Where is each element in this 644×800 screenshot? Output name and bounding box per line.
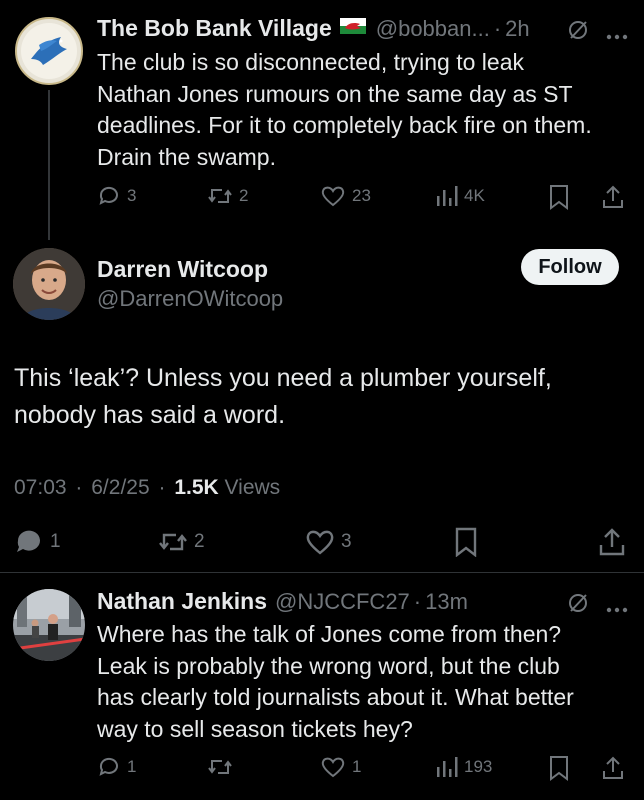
- like-count: 23: [352, 186, 371, 205]
- avatar[interactable]: [13, 248, 85, 320]
- repost-button[interactable]: 2: [207, 184, 248, 208]
- like-button[interactable]: 1: [320, 755, 361, 779]
- bluebird-logo-icon: [21, 23, 77, 79]
- tweet-text-line: nobody has said a word.: [14, 401, 286, 429]
- grok-icon[interactable]: [567, 592, 589, 619]
- avatar[interactable]: [15, 17, 83, 85]
- views-chart-icon: [437, 757, 458, 777]
- more-icon[interactable]: [606, 600, 628, 618]
- profile-photo-icon: [13, 589, 85, 661]
- views-chart-icon: [437, 186, 458, 206]
- views-count[interactable]: 1.5K: [174, 476, 218, 499]
- tweet-text-line: This ‘leak’? Unless you need a plumber y…: [14, 364, 552, 392]
- share-icon[interactable]: [601, 184, 625, 215]
- views-button[interactable]: 193: [436, 755, 492, 779]
- separator: ·: [493, 15, 502, 41]
- tweet-parent[interactable]: The Bob Bank Village @bobban... · 2h The…: [0, 0, 644, 240]
- grok-icon[interactable]: [567, 19, 589, 46]
- bookmark-icon[interactable]: [454, 527, 478, 562]
- reply-button[interactable]: 1: [14, 528, 61, 556]
- post-time[interactable]: 07:03: [14, 476, 67, 499]
- repost-count: 2: [194, 531, 205, 552]
- follow-button[interactable]: Follow: [521, 249, 619, 285]
- handle[interactable]: @bobban...: [376, 16, 490, 42]
- tweet-text-line: The club is so disconnected, trying to l…: [97, 49, 525, 75]
- avatar[interactable]: [13, 589, 85, 661]
- timestamp[interactable]: 2h: [505, 16, 529, 42]
- repost-icon: [159, 533, 187, 551]
- reply-icon: [99, 186, 118, 205]
- share-icon[interactable]: [598, 527, 626, 562]
- reply-count: 3: [127, 186, 137, 205]
- handle[interactable]: @DarrenOWitcoop: [97, 286, 283, 312]
- tweet-text-line: Leak is probably the wrong word, but the…: [97, 652, 560, 679]
- more-icon[interactable]: [606, 27, 628, 45]
- like-count: 3: [341, 531, 352, 552]
- view-count: 4K: [464, 186, 485, 205]
- tweet-text-line: way to sell season tickets hey?: [97, 715, 413, 742]
- tweet-text-line: has clearly told journalists about it. W…: [97, 684, 574, 710]
- tweet-text: Where has the talk of Jones come from th…: [97, 619, 637, 745]
- repost-button[interactable]: [207, 755, 239, 779]
- repost-count: 2: [239, 186, 249, 205]
- repost-icon: [208, 760, 232, 774]
- view-count: 193: [464, 757, 493, 776]
- like-button[interactable]: 3: [305, 528, 352, 556]
- share-icon[interactable]: [601, 755, 625, 786]
- tweet-reply[interactable]: Nathan Jenkins @NJCCFC27 · 13m Where has…: [0, 573, 644, 800]
- display-name[interactable]: Darren Witcoop: [97, 256, 268, 283]
- reply-button[interactable]: 3: [97, 184, 136, 208]
- heart-icon: [321, 186, 345, 207]
- bookmark-icon[interactable]: [548, 184, 570, 215]
- tweet-main: Darren Witcoop @DarrenOWitcoop Follow Th…: [0, 240, 644, 570]
- like-button[interactable]: 23: [320, 184, 371, 208]
- tweet-text-line: deadlines. For it to completely back fir…: [97, 112, 592, 138]
- reply-count: 1: [50, 531, 61, 552]
- reply-icon: [99, 757, 118, 776]
- reply-count: 1: [127, 757, 137, 776]
- wales-flag-icon: [339, 18, 366, 39]
- repost-icon: [208, 189, 232, 203]
- tweet-text: The club is so disconnected, trying to l…: [97, 47, 637, 173]
- tweet-text: This ‘leak’? Unless you need a plumber y…: [14, 360, 634, 434]
- repost-button[interactable]: 2: [158, 528, 205, 556]
- tweet-text-line: Where has the talk of Jones come from th…: [97, 621, 562, 647]
- bookmark-icon[interactable]: [548, 755, 570, 786]
- heart-icon: [321, 757, 345, 778]
- like-count: 1: [352, 757, 362, 776]
- display-name[interactable]: Nathan Jenkins: [97, 588, 267, 615]
- separator: ·: [75, 476, 83, 499]
- thread-line: [48, 90, 50, 240]
- post-date[interactable]: 6/2/25: [91, 476, 149, 499]
- views-label: Views: [224, 476, 281, 499]
- reply-button[interactable]: 1: [97, 755, 136, 779]
- handle[interactable]: @NJCCFC27: [275, 589, 410, 615]
- separator: ·: [158, 476, 166, 499]
- separator: ·: [413, 588, 422, 614]
- tweet-text-line: Drain the swamp.: [97, 143, 276, 170]
- views-button[interactable]: 4K: [436, 184, 485, 208]
- tweet-meta: 07:03 · 6/2/25 · 1.5K Views: [14, 476, 280, 500]
- reply-icon: [17, 530, 40, 552]
- display-name[interactable]: The Bob Bank Village: [97, 15, 332, 42]
- profile-photo-icon: [13, 248, 85, 320]
- tweet-text-line: Nathan Jones rumours on the same day as …: [97, 80, 573, 107]
- heart-icon: [306, 530, 334, 555]
- timestamp[interactable]: 13m: [425, 589, 468, 615]
